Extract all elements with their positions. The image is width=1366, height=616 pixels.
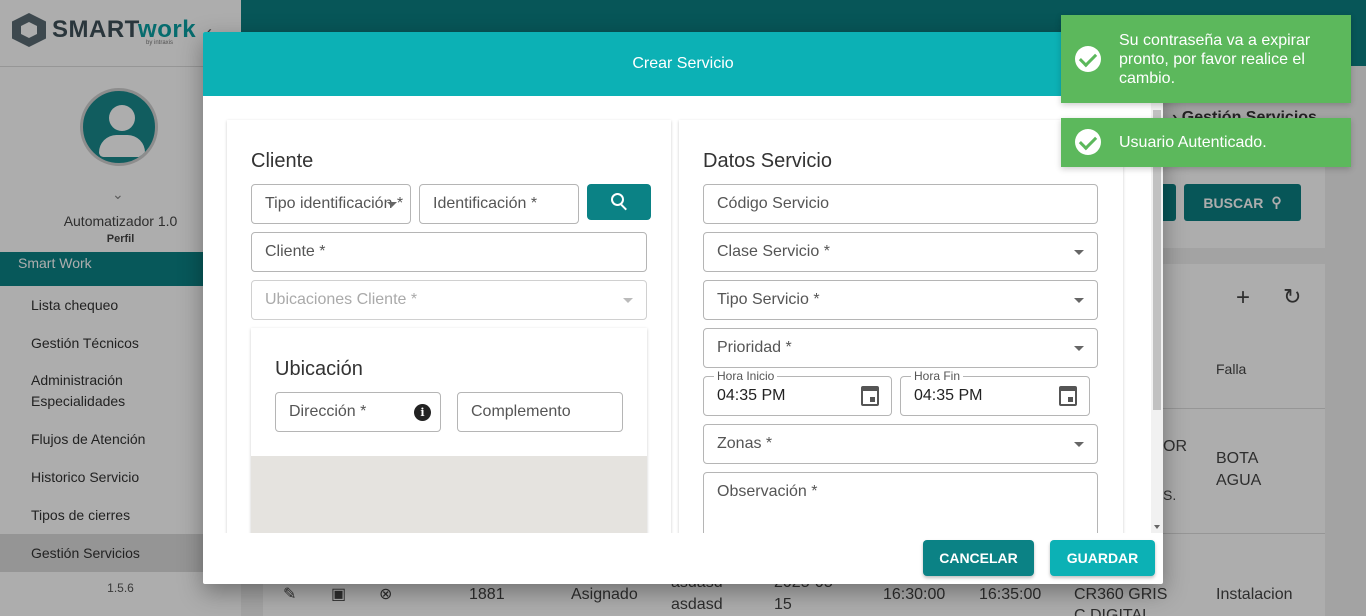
cliente-input[interactable]: Cliente * xyxy=(251,232,647,272)
crear-servicio-modal: Crear Servicio Cliente Tipo identificaci… xyxy=(203,32,1163,584)
dropdown-caret-icon xyxy=(623,298,633,303)
hora-fin-picker[interactable]: Hora Fin 04:35 PM xyxy=(900,369,1090,416)
observacion-textarea[interactable]: Observación * xyxy=(703,472,1098,533)
codigo-servicio-label: Código Servicio xyxy=(717,195,830,212)
hora-inicio-label: Hora Inicio xyxy=(714,369,778,383)
toast-authenticated[interactable]: Usuario Autenticado. xyxy=(1061,118,1351,167)
zonas-select[interactable]: Zonas * xyxy=(703,424,1098,464)
hora-fin-value: 04:35 PM xyxy=(914,387,983,404)
cliente-label: Cliente * xyxy=(265,243,326,260)
ubicaciones-cliente-select[interactable]: Ubicaciones Cliente * xyxy=(251,280,647,320)
complemento-label: Complemento xyxy=(471,403,571,420)
toast-password-expiry[interactable]: Su contraseña va a expirar pronto, por f… xyxy=(1061,15,1351,103)
calendar-icon[interactable] xyxy=(1059,386,1077,406)
calendar-icon[interactable] xyxy=(861,386,879,406)
modal-body: Cliente Tipo identificación * Identifica… xyxy=(203,96,1151,533)
identificacion-input[interactable]: Identificación * xyxy=(419,184,579,224)
toast-message: Usuario Autenticado. xyxy=(1119,134,1267,151)
dropdown-caret-icon xyxy=(1074,346,1084,351)
tipo-servicio-select[interactable]: Tipo Servicio * xyxy=(703,280,1098,320)
datos-servicio-section-title: Datos Servicio xyxy=(703,150,832,172)
hora-inicio-value: 04:35 PM xyxy=(717,387,786,404)
datos-servicio-panel: Datos Servicio Código Servicio Clase Ser… xyxy=(679,120,1123,533)
tipo-servicio-label: Tipo Servicio * xyxy=(717,291,820,308)
check-circle-icon xyxy=(1075,129,1101,155)
clase-servicio-label: Clase Servicio * xyxy=(717,243,830,260)
search-cliente-button[interactable] xyxy=(587,184,651,220)
ubicaciones-cliente-label: Ubicaciones Cliente * xyxy=(265,291,418,308)
codigo-servicio-input[interactable]: Código Servicio xyxy=(703,184,1098,224)
cancel-button[interactable]: CANCELAR xyxy=(923,540,1034,576)
check-circle-icon xyxy=(1075,46,1101,72)
zonas-label: Zonas * xyxy=(717,435,773,452)
toast-message: Su contraseña va a expirar pronto, por f… xyxy=(1119,32,1311,87)
complemento-input[interactable]: Complemento xyxy=(457,392,623,432)
scroll-down-icon[interactable] xyxy=(1154,525,1160,529)
map-area[interactable] xyxy=(251,456,647,533)
clase-servicio-select[interactable]: Clase Servicio * xyxy=(703,232,1098,272)
prioridad-label: Prioridad * xyxy=(717,339,792,356)
hora-fin-label: Hora Fin xyxy=(911,369,964,383)
dropdown-caret-icon xyxy=(387,202,397,207)
observacion-label: Observación * xyxy=(717,483,818,500)
app-root: SMARTWORK by intraxis ‹ ⌄ Automatizador … xyxy=(0,0,1366,616)
direccion-input[interactable]: Dirección * i xyxy=(275,392,441,432)
prioridad-select[interactable]: Prioridad * xyxy=(703,328,1098,368)
cliente-panel: Cliente Tipo identificación * Identifica… xyxy=(227,120,671,533)
save-button[interactable]: GUARDAR xyxy=(1050,540,1155,576)
hora-inicio-picker[interactable]: Hora Inicio 04:35 PM xyxy=(703,369,892,416)
dropdown-caret-icon xyxy=(1074,298,1084,303)
tipo-identificacion-select[interactable]: Tipo identificación * xyxy=(251,184,411,224)
modal-title: Crear Servicio xyxy=(203,32,1163,96)
tipo-identificacion-label: Tipo identificación * xyxy=(265,195,404,212)
info-icon[interactable]: i xyxy=(414,404,431,421)
direccion-label: Dirección * xyxy=(289,403,367,420)
ubicacion-panel: Ubicación Dirección * i Complemento xyxy=(251,328,647,533)
cliente-section-title: Cliente xyxy=(251,150,314,172)
dropdown-caret-icon xyxy=(1074,442,1084,447)
ubicacion-section-title: Ubicación xyxy=(275,358,363,380)
identificacion-label: Identificación * xyxy=(433,195,538,212)
search-icon-handle xyxy=(620,204,627,211)
dropdown-caret-icon xyxy=(1074,250,1084,255)
